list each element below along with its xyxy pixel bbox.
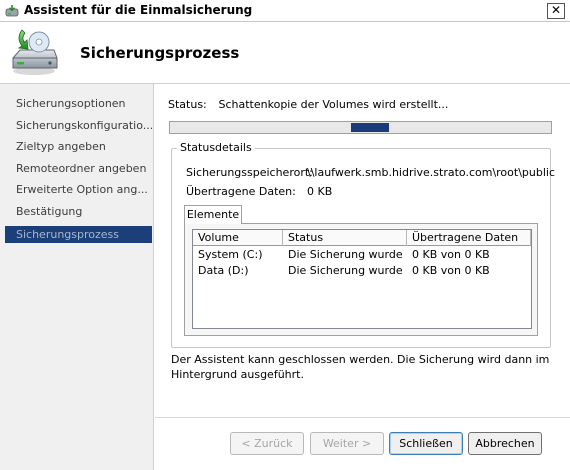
cell-status: Die Sicherung wurde ...	[288, 248, 407, 261]
location-label: Sicherungsspeicherort:	[186, 166, 313, 179]
volume-list[interactable]: Volume Status Übertragene Daten System (…	[192, 229, 532, 329]
sidebar-item-remoteordner[interactable]: Remoteordner angeben	[5, 160, 152, 177]
backup-app-icon	[5, 5, 19, 17]
tab-label: Elemente	[186, 208, 240, 221]
cell-volume: System (C:)	[198, 248, 263, 261]
progress-bar	[169, 121, 552, 134]
backup-drive-icon	[12, 29, 58, 75]
transferred-value: 0 KB	[307, 185, 333, 198]
sidebar-item-label: Bestätigung	[16, 205, 83, 218]
info-text: Der Assistent kann geschlossen werden. D…	[171, 353, 550, 381]
sidebar-item-bestaetigung[interactable]: Bestätigung	[5, 203, 152, 220]
close-button[interactable]: Schließen	[389, 432, 463, 455]
status-line: Status: Schattenkopie der Volumes wird e…	[168, 98, 448, 111]
sidebar-item-sicherungsprozess[interactable]: Sicherungsprozess	[5, 226, 152, 243]
sidebar-item-label: Zieltyp angeben	[16, 140, 106, 153]
close-icon: ✕	[550, 3, 562, 17]
window-title: Assistent für die Einmalsicherung	[24, 3, 253, 17]
sidebar-item-label: Sicherungsoptionen	[16, 97, 126, 110]
wizard-content: Status: Schattenkopie der Volumes wird e…	[155, 84, 570, 470]
cell-transferred: 0 KB von 0 KB	[412, 264, 490, 277]
cell-volume: Data (D:)	[198, 264, 249, 277]
sidebar-item-label: Remoteordner angeben	[16, 162, 147, 175]
status-label: Status:	[168, 98, 207, 111]
status-value: Schattenkopie der Volumes wird erstellt.…	[218, 98, 449, 111]
transferred-label: Übertragene Daten:	[186, 185, 296, 198]
cell-transferred: 0 KB von 0 KB	[412, 248, 490, 261]
title-bar: Assistent für die Einmalsicherung ✕	[0, 0, 570, 22]
button-bar-divider	[155, 417, 570, 418]
list-header: Volume Status Übertragene Daten	[193, 230, 531, 246]
close-window-button[interactable]: ✕	[547, 3, 565, 19]
sidebar-item-erweiterte-optionen[interactable]: Erweiterte Option ang...	[5, 181, 152, 198]
cancel-button[interactable]: Abbrechen	[468, 432, 542, 455]
column-header-volume[interactable]: Volume	[193, 230, 283, 246]
back-button[interactable]: < Zurück	[230, 432, 304, 455]
next-button[interactable]: Weiter >	[310, 432, 384, 455]
sidebar-item-sicherungsoptionen[interactable]: Sicherungsoptionen	[5, 95, 152, 112]
table-row[interactable]: System (C:) Die Sicherung wurde ... 0 KB…	[193, 247, 531, 263]
column-header-status[interactable]: Status	[283, 230, 407, 246]
sidebar-item-label: Erweiterte Option ang...	[16, 183, 148, 196]
column-header-transferred[interactable]: Übertragene Daten	[407, 230, 531, 246]
page-title: Sicherungsprozess	[80, 44, 240, 62]
wizard-header: Sicherungsprozess	[0, 22, 570, 84]
wizard-steps-sidebar: Sicherungsoptionen Sicherungskonfigurati…	[0, 84, 154, 470]
location-value: \\laufwerk.smb.hidrive.strato.com\root\p…	[307, 166, 556, 179]
table-row[interactable]: Data (D:) Die Sicherung wurde ... 0 KB v…	[193, 263, 531, 279]
status-details-legend: Statusdetails	[177, 141, 255, 154]
sidebar-item-label: Sicherungskonfiguratio...	[16, 119, 152, 132]
cell-status: Die Sicherung wurde ...	[288, 264, 407, 277]
sidebar-item-zieltyp[interactable]: Zieltyp angeben	[5, 138, 152, 155]
progress-indicator	[351, 123, 389, 132]
sidebar-item-sicherungskonfiguration[interactable]: Sicherungskonfiguratio...	[5, 117, 152, 134]
tab-elemente[interactable]: Elemente	[184, 205, 242, 224]
sidebar-item-label: Sicherungsprozess	[16, 228, 120, 241]
